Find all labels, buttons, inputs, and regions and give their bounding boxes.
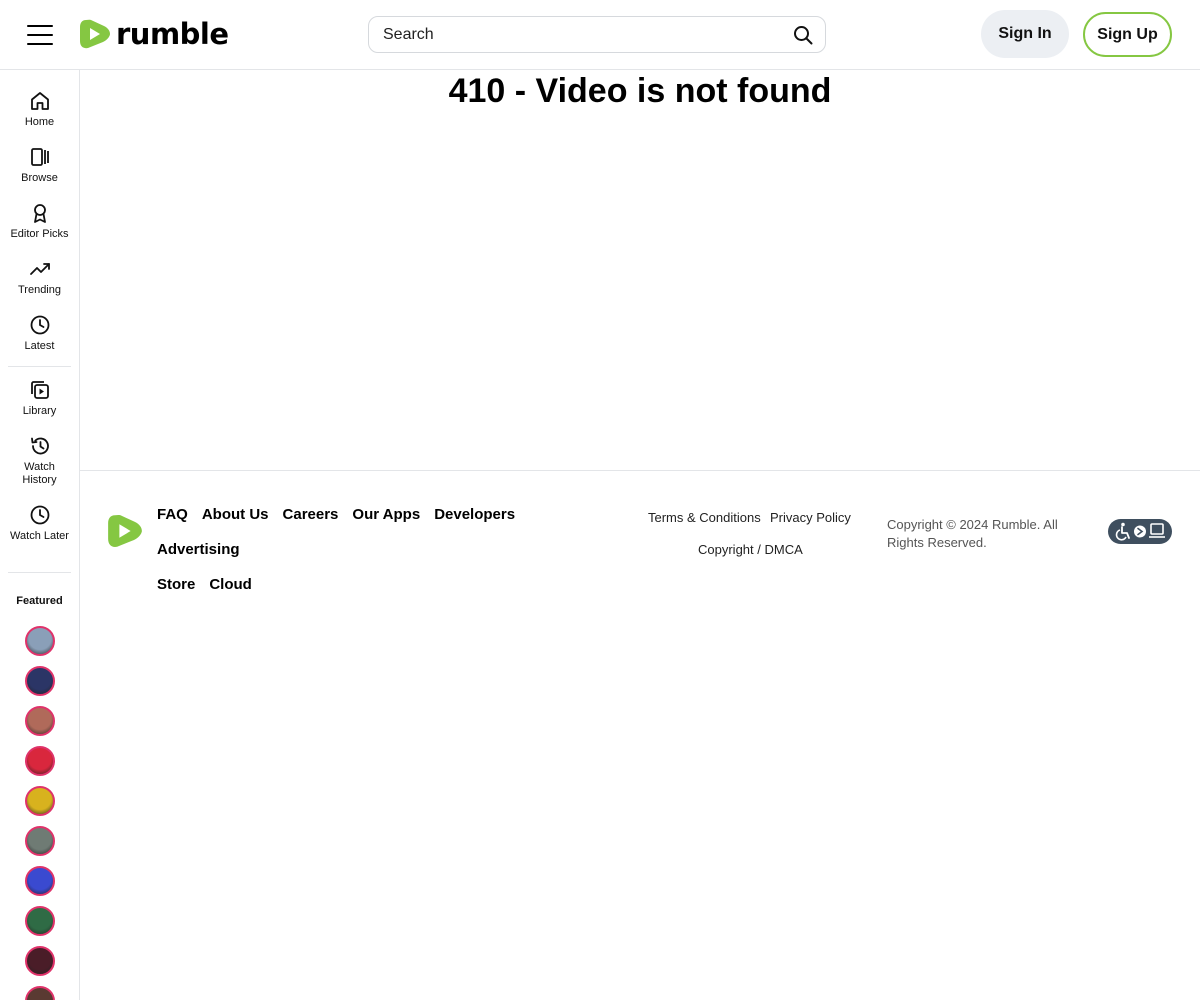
sidebar: Home Browse Editor Picks Trending Latest… [0,70,80,1000]
sidebar-item-label: Watch Later [10,530,69,542]
footer-link-store[interactable]: Store [157,576,195,593]
featured-channel-avatar[interactable] [25,946,55,976]
featured-channel-avatar[interactable] [25,746,55,776]
dmca-link[interactable]: Copyright / DMCA [698,542,803,557]
rumble-wordmark: rumble [116,16,229,51]
featured-channel-avatar[interactable] [25,866,55,896]
featured-channel-avatar[interactable] [25,706,55,736]
sign-up-button[interactable]: Sign Up [1083,12,1172,57]
search-input[interactable] [383,24,773,46]
sidebar-item-watch-history[interactable]: Watch History [0,435,79,487]
featured-channel-avatar[interactable] [25,986,55,1000]
footer-links: FAQ About Us Careers Our Apps Developers Adve… [157,506,607,611]
featured-heading: Featured [16,595,63,607]
privacy-link[interactable]: Privacy Policy [770,510,851,525]
sidebar-item-latest[interactable]: Latest [0,314,79,353]
footer-link-about-us[interactable]: About Us [202,506,269,523]
clock-icon [30,315,49,335]
sidebar-item-label: Browse [21,172,58,184]
clock-icon [30,505,49,525]
sidebar-item-label: Library [22,405,57,417]
accessibility-icon[interactable] [1108,519,1172,544]
history-icon [30,437,49,455]
footer-link-faq[interactable]: FAQ [157,506,188,523]
footer: FAQ About Us Careers Our Apps Developers Adve… [80,470,1200,593]
featured-channel-avatar[interactable] [25,786,55,816]
award-icon [33,204,46,223]
sidebar-divider [8,572,71,573]
footer-link-careers[interactable]: Careers [283,506,339,523]
search-box [368,16,826,53]
trending-icon [29,263,50,275]
home-icon [30,92,49,110]
terms-link[interactable]: Terms & Conditions [648,510,761,525]
sidebar-item-browse[interactable]: Browse [0,146,79,185]
featured-channel-avatar[interactable] [25,826,55,856]
sidebar-item-label: Watch History [22,461,57,486]
sidebar-item-trending[interactable]: Trending [0,258,79,297]
sidebar-item-label: Latest [24,340,55,352]
sidebar-item-home[interactable]: Home [0,90,79,129]
footer-link-cloud[interactable]: Cloud [209,576,252,593]
page-title: 410 - Video is not found [448,72,832,110]
footer-link-our-apps[interactable]: Our Apps [352,506,420,523]
sidebar-item-label: Editor Picks [10,228,69,240]
search-icon[interactable] [793,25,813,45]
sign-in-button[interactable]: Sign In [981,10,1069,58]
menu-icon[interactable] [27,25,53,45]
browse-icon [30,148,49,166]
footer-link-advertising[interactable]: Advertising [157,541,240,558]
library-icon [30,381,49,399]
sidebar-item-editor-picks[interactable]: Editor Picks [0,202,79,241]
featured-channel-avatar[interactable] [25,626,55,656]
featured-channel-avatar[interactable] [25,906,55,936]
featured-channel-avatar[interactable] [25,666,55,696]
sidebar-item-library[interactable]: Library [0,379,79,418]
rumble-logo-icon [80,19,110,49]
copyright-text: Copyright © 2024 Rumble. All Rights Rese… [887,517,1058,550]
rumble-logo[interactable]: rumble [80,17,229,51]
rumble-logo-icon[interactable] [108,513,142,549]
sidebar-item-label: Home [24,116,55,128]
sidebar-divider [8,366,71,367]
sidebar-item-label: Trending [17,284,61,296]
footer-link-developers[interactable]: Developers [434,506,515,523]
sidebar-item-watch-later[interactable]: Watch Later [0,504,79,543]
top-header: rumble Sign In Sign Up [0,0,1200,70]
